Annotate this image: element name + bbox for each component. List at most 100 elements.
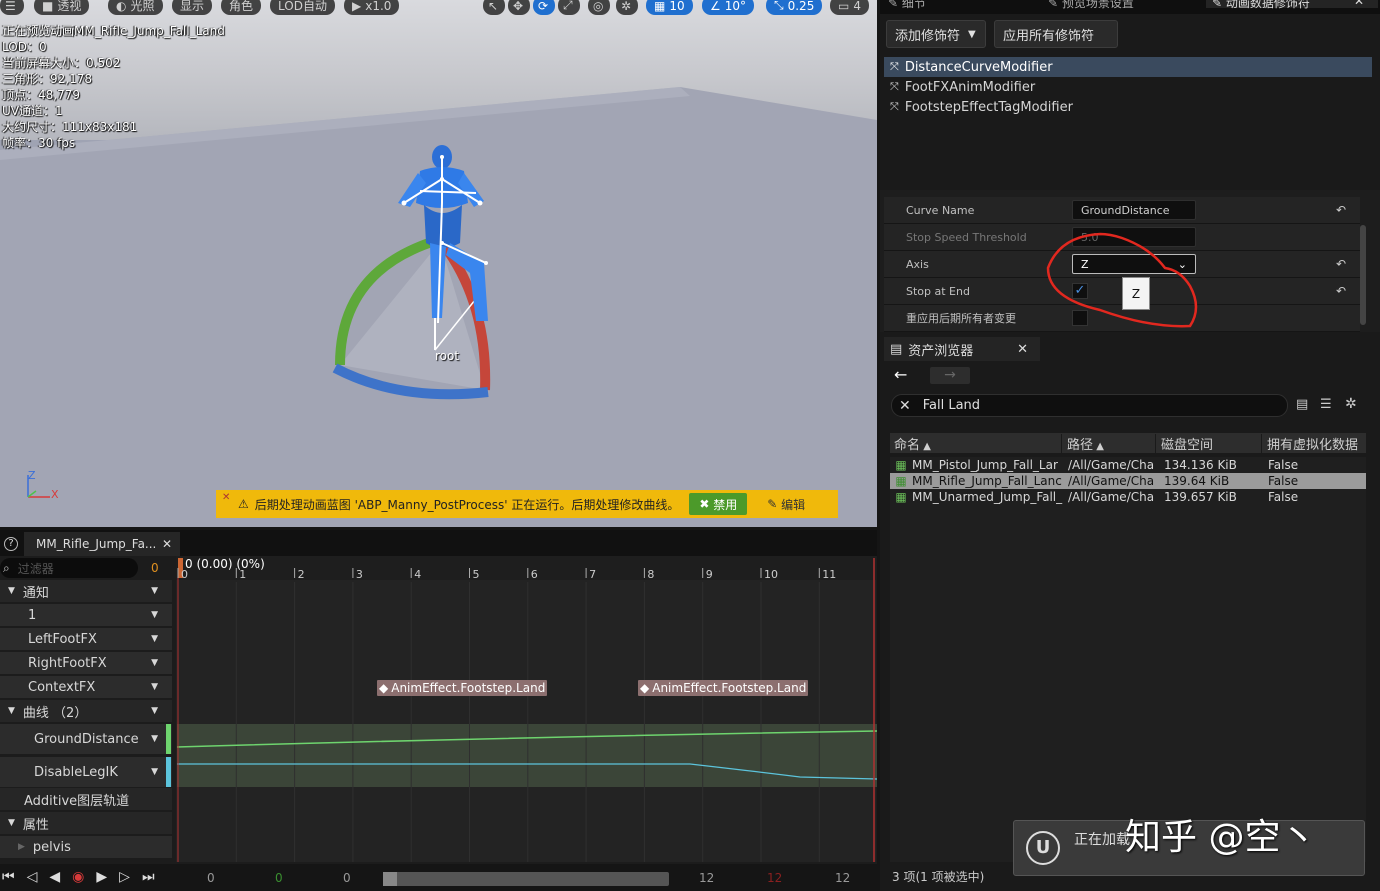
playback-end[interactable]: 12	[767, 871, 782, 885]
modifier-item[interactable]: ⤧ DistanceCurveModifier	[884, 57, 1372, 77]
stat-line: 顶点：48,779	[2, 88, 80, 102]
close-tab-icon[interactable]: ✕	[1354, 0, 1364, 8]
toast-text: 正在加载	[1074, 832, 1130, 848]
column-disk-size[interactable]: 磁盘空间	[1156, 433, 1262, 453]
modifier-icon: ✎	[1212, 0, 1226, 10]
reset-icon[interactable]: ↶	[1336, 257, 1346, 271]
axis-z-label: Z	[28, 469, 36, 482]
reset-icon[interactable]: ↶	[1336, 203, 1346, 217]
stat-line: UV通道：1	[2, 104, 63, 118]
table-row[interactable]: ▦ MM_Unarmed_Jump_Fall_ /All/Game/Cha 13…	[890, 489, 1366, 505]
notify-footstep-1[interactable]: ◆ AnimEffect.Footstep.Land	[377, 680, 548, 696]
select-icon[interactable]: ↖	[483, 0, 505, 15]
angle-icon: ∠	[710, 0, 721, 13]
modifier-item-icon: ⤧	[890, 100, 899, 113]
play-reverse-icon[interactable]: ◀	[49, 869, 60, 885]
edit-button[interactable]: ✎ 编辑	[757, 493, 815, 515]
warning-text: 后期处理动画蓝图 'ABP_Manny_PostProcess' 正在运行。后期…	[254, 497, 680, 512]
range-start[interactable]: 0	[207, 871, 215, 885]
column-name[interactable]: 命名 ▲	[890, 433, 1062, 453]
close-warning-icon[interactable]: ✕	[222, 492, 230, 503]
modifier-item[interactable]: ⤧ FootstepEffectTagModifier	[884, 97, 1372, 117]
step-forward-icon[interactable]: ▷	[119, 869, 130, 885]
close-tab-icon[interactable]: ✕	[1017, 342, 1028, 357]
playback-speed-button[interactable]: ▶ x1.0	[344, 0, 400, 15]
ruler-tick-label: 8	[647, 568, 654, 581]
ruler-tick-label: 10	[764, 568, 778, 581]
notify-diamond-icon: ◆	[640, 681, 650, 695]
properties-scrollbar[interactable]	[1360, 225, 1366, 325]
step-back-icon[interactable]: ◁	[27, 869, 38, 885]
scale-icon[interactable]: ⤢	[558, 0, 580, 15]
ruler-tick-label: 3	[356, 568, 363, 581]
forward-arrow-icon[interactable]: →	[930, 367, 970, 384]
grid-snap-button[interactable]: ▦ 10	[646, 0, 693, 15]
modifier-list: ⤧ DistanceCurveModifier ⤧ FootFXAnimModifi…	[884, 56, 1372, 186]
show-button[interactable]: 显示	[172, 0, 213, 15]
ruler-tick-label: 4	[414, 568, 421, 581]
viewport[interactable]: ☰ ■ 透视 ◐ 光照 显示 角色 LOD自动 ▶ x1.0 ↖ ✥ ⟳ ⤢ ◎ ✲ …	[0, 0, 877, 527]
modifier-item[interactable]: ⤧ FootFXAnimModifier	[884, 77, 1372, 97]
ruler-tick-label: 5	[473, 568, 480, 581]
pencil-icon: ✎	[888, 0, 902, 10]
ruler-tick-label: 9	[706, 568, 713, 581]
column-virtualized[interactable]: 拥有虚拟化数据	[1262, 434, 1366, 453]
back-arrow-icon[interactable]: ←	[894, 365, 907, 384]
scale-snap-button[interactable]: ⤡ 0.25	[766, 0, 823, 15]
stat-line: 当前屏幕大小：0.502	[2, 56, 121, 70]
folder-add-icon[interactable]: ▤	[1296, 397, 1308, 412]
ruler-tick-label: 6	[531, 568, 538, 581]
timeline-scrollbar[interactable]	[383, 872, 669, 886]
anim-asset-icon: ▦	[895, 490, 907, 504]
scrollbar-thumb[interactable]	[383, 872, 397, 886]
skip-to-end-icon[interactable]: ⏭	[142, 869, 155, 885]
scale-snap-icon: ⤡	[774, 0, 784, 12]
play-icon: ▶	[352, 0, 362, 13]
play-icon[interactable]: ▶	[96, 869, 107, 885]
curve-name-field[interactable]: GroundDistance	[1072, 200, 1196, 220]
tab-preview-scene[interactable]: ✎ 预览场景设置	[1048, 0, 1134, 11]
menu-icon[interactable]: ☰	[0, 0, 24, 15]
disable-button[interactable]: ✖ 禁用	[689, 493, 748, 515]
notify-footstep-2[interactable]: ◆ AnimEffect.Footstep.Land	[638, 680, 809, 696]
view-end[interactable]: 12	[699, 871, 714, 885]
settings-gear-icon[interactable]: ✲	[1345, 396, 1357, 412]
playback-start[interactable]: 0	[275, 871, 283, 885]
tab-details[interactable]: ✎ 细节	[888, 0, 926, 11]
apply-all-button[interactable]: 应用所有修饰符	[994, 20, 1118, 48]
camera-icon: ▭	[838, 0, 850, 13]
asset-count-status: 3 项(1 项被选中)	[892, 870, 985, 884]
table-row[interactable]: ▦ MM_Pistol_Jump_Fall_Lar /All/Game/Cha …	[890, 457, 1366, 473]
rotate-icon[interactable]: ⟳	[533, 0, 555, 15]
asset-search-input[interactable]: ✕ Fall Land	[891, 394, 1288, 417]
stat-line: 正在预览动画MM_Rifle_Jump_Fall_Land	[2, 24, 225, 38]
table-row[interactable]: ▦ MM_Rifle_Jump_Fall_Lanc /All/Game/Cha …	[890, 473, 1366, 489]
lit-button[interactable]: ◐ 光照	[108, 0, 163, 15]
clear-search-icon[interactable]: ✕	[899, 398, 911, 414]
reset-icon[interactable]: ↶	[1336, 284, 1346, 298]
add-modifier-button[interactable]: 添加修饰符 ▼	[886, 20, 986, 48]
view-start[interactable]: 0	[343, 871, 351, 885]
range-end[interactable]: 12	[835, 871, 850, 885]
cube-icon: ■	[42, 0, 54, 13]
filter-icon[interactable]: ☰	[1320, 397, 1332, 412]
column-path[interactable]: 路径 ▲	[1062, 433, 1156, 453]
record-icon[interactable]: ◉	[72, 869, 84, 885]
character-button[interactable]: 角色	[221, 0, 262, 15]
tab-content-browser[interactable]: ▤ 资产浏览器 ✕	[884, 337, 1040, 361]
perspective-button[interactable]: ■ 透视	[34, 0, 90, 15]
lod-button[interactable]: LOD自动	[270, 0, 335, 15]
postprocess-warning-bar: ✕ ⚠ 后期处理动画蓝图 'ABP_Manny_PostProcess' 正在运…	[216, 490, 838, 518]
tab-anim-modifiers[interactable]: ✎ 动画数据修饰符 ✕	[1206, 0, 1378, 10]
transport-controls: ⏮ ◁ ◀ ◉ ▶ ▷ ⏭	[2, 869, 155, 885]
world-local-icon[interactable]: ◎	[588, 0, 610, 15]
asset-list: ▦ MM_Pistol_Jump_Fall_Lar /All/Game/Cha …	[890, 457, 1366, 862]
translate-icon[interactable]: ✥	[508, 0, 530, 15]
ruler-tick-label: 1	[239, 568, 246, 581]
camera-speed-button[interactable]: ▭ 4	[830, 0, 869, 15]
rotation-snap-button[interactable]: ∠ 10°	[702, 0, 755, 15]
surface-snap-icon[interactable]: ✲	[616, 0, 638, 15]
skip-to-start-icon[interactable]: ⏮	[2, 869, 15, 885]
grid-icon: ▦	[654, 0, 666, 13]
stat-line: 三角形：92,178	[2, 72, 92, 86]
